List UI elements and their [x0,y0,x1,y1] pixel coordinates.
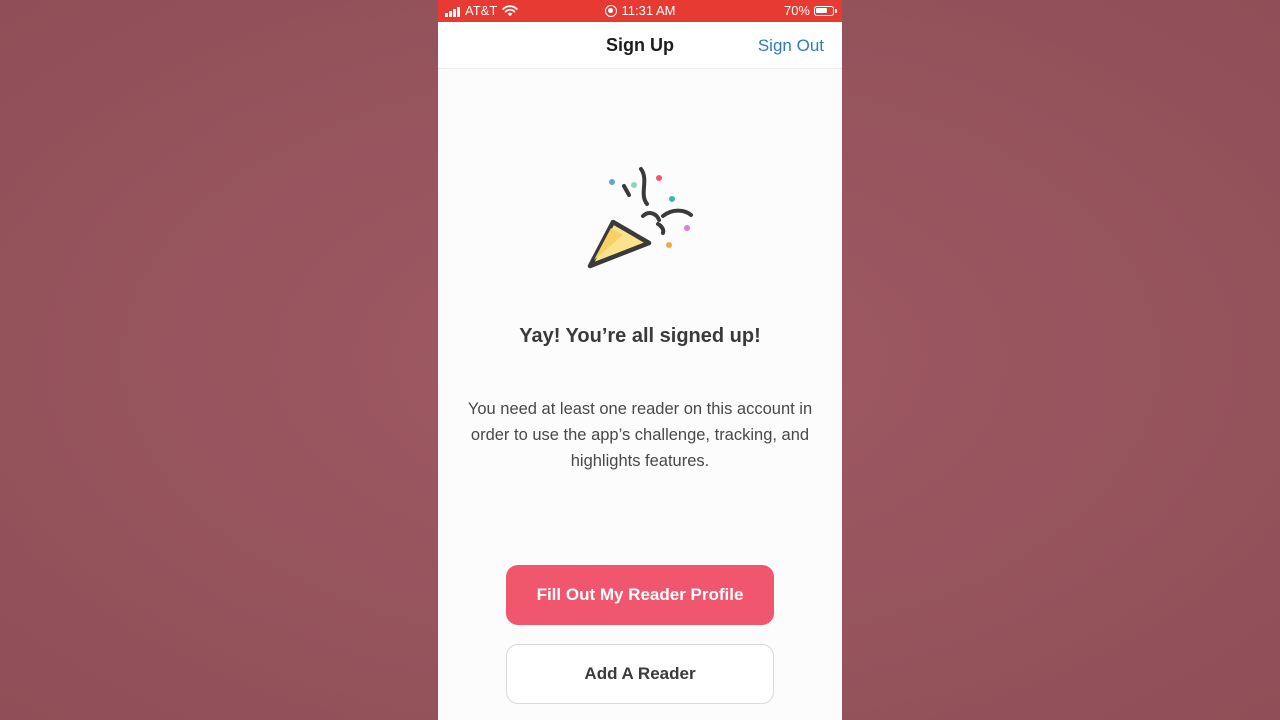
status-time: 11:31 AM [621,3,676,18]
screen-record-icon [604,4,617,17]
success-heading: Yay! You’re all signed up! [519,325,761,347]
add-reader-button[interactable]: Add A Reader [506,644,774,704]
phone-screen: AT&T 11:31 AM 70% Sign Up Sign Out Yay! … [438,0,842,720]
fill-out-profile-button[interactable]: Fill Out My Reader Profile [506,565,774,625]
status-center: 11:31 AM [438,3,842,18]
battery-icon [814,5,837,16]
party-popper-icon [587,167,693,269]
sign-out-button[interactable]: Sign Out [758,36,824,56]
battery-percent: 70% [783,3,810,18]
info-text: You need at least one reader on this acc… [467,400,813,470]
nav-bar: Sign Up Sign Out [438,22,842,69]
status-right: 70% [783,3,837,18]
status-bar: AT&T 11:31 AM 70% [438,0,842,22]
